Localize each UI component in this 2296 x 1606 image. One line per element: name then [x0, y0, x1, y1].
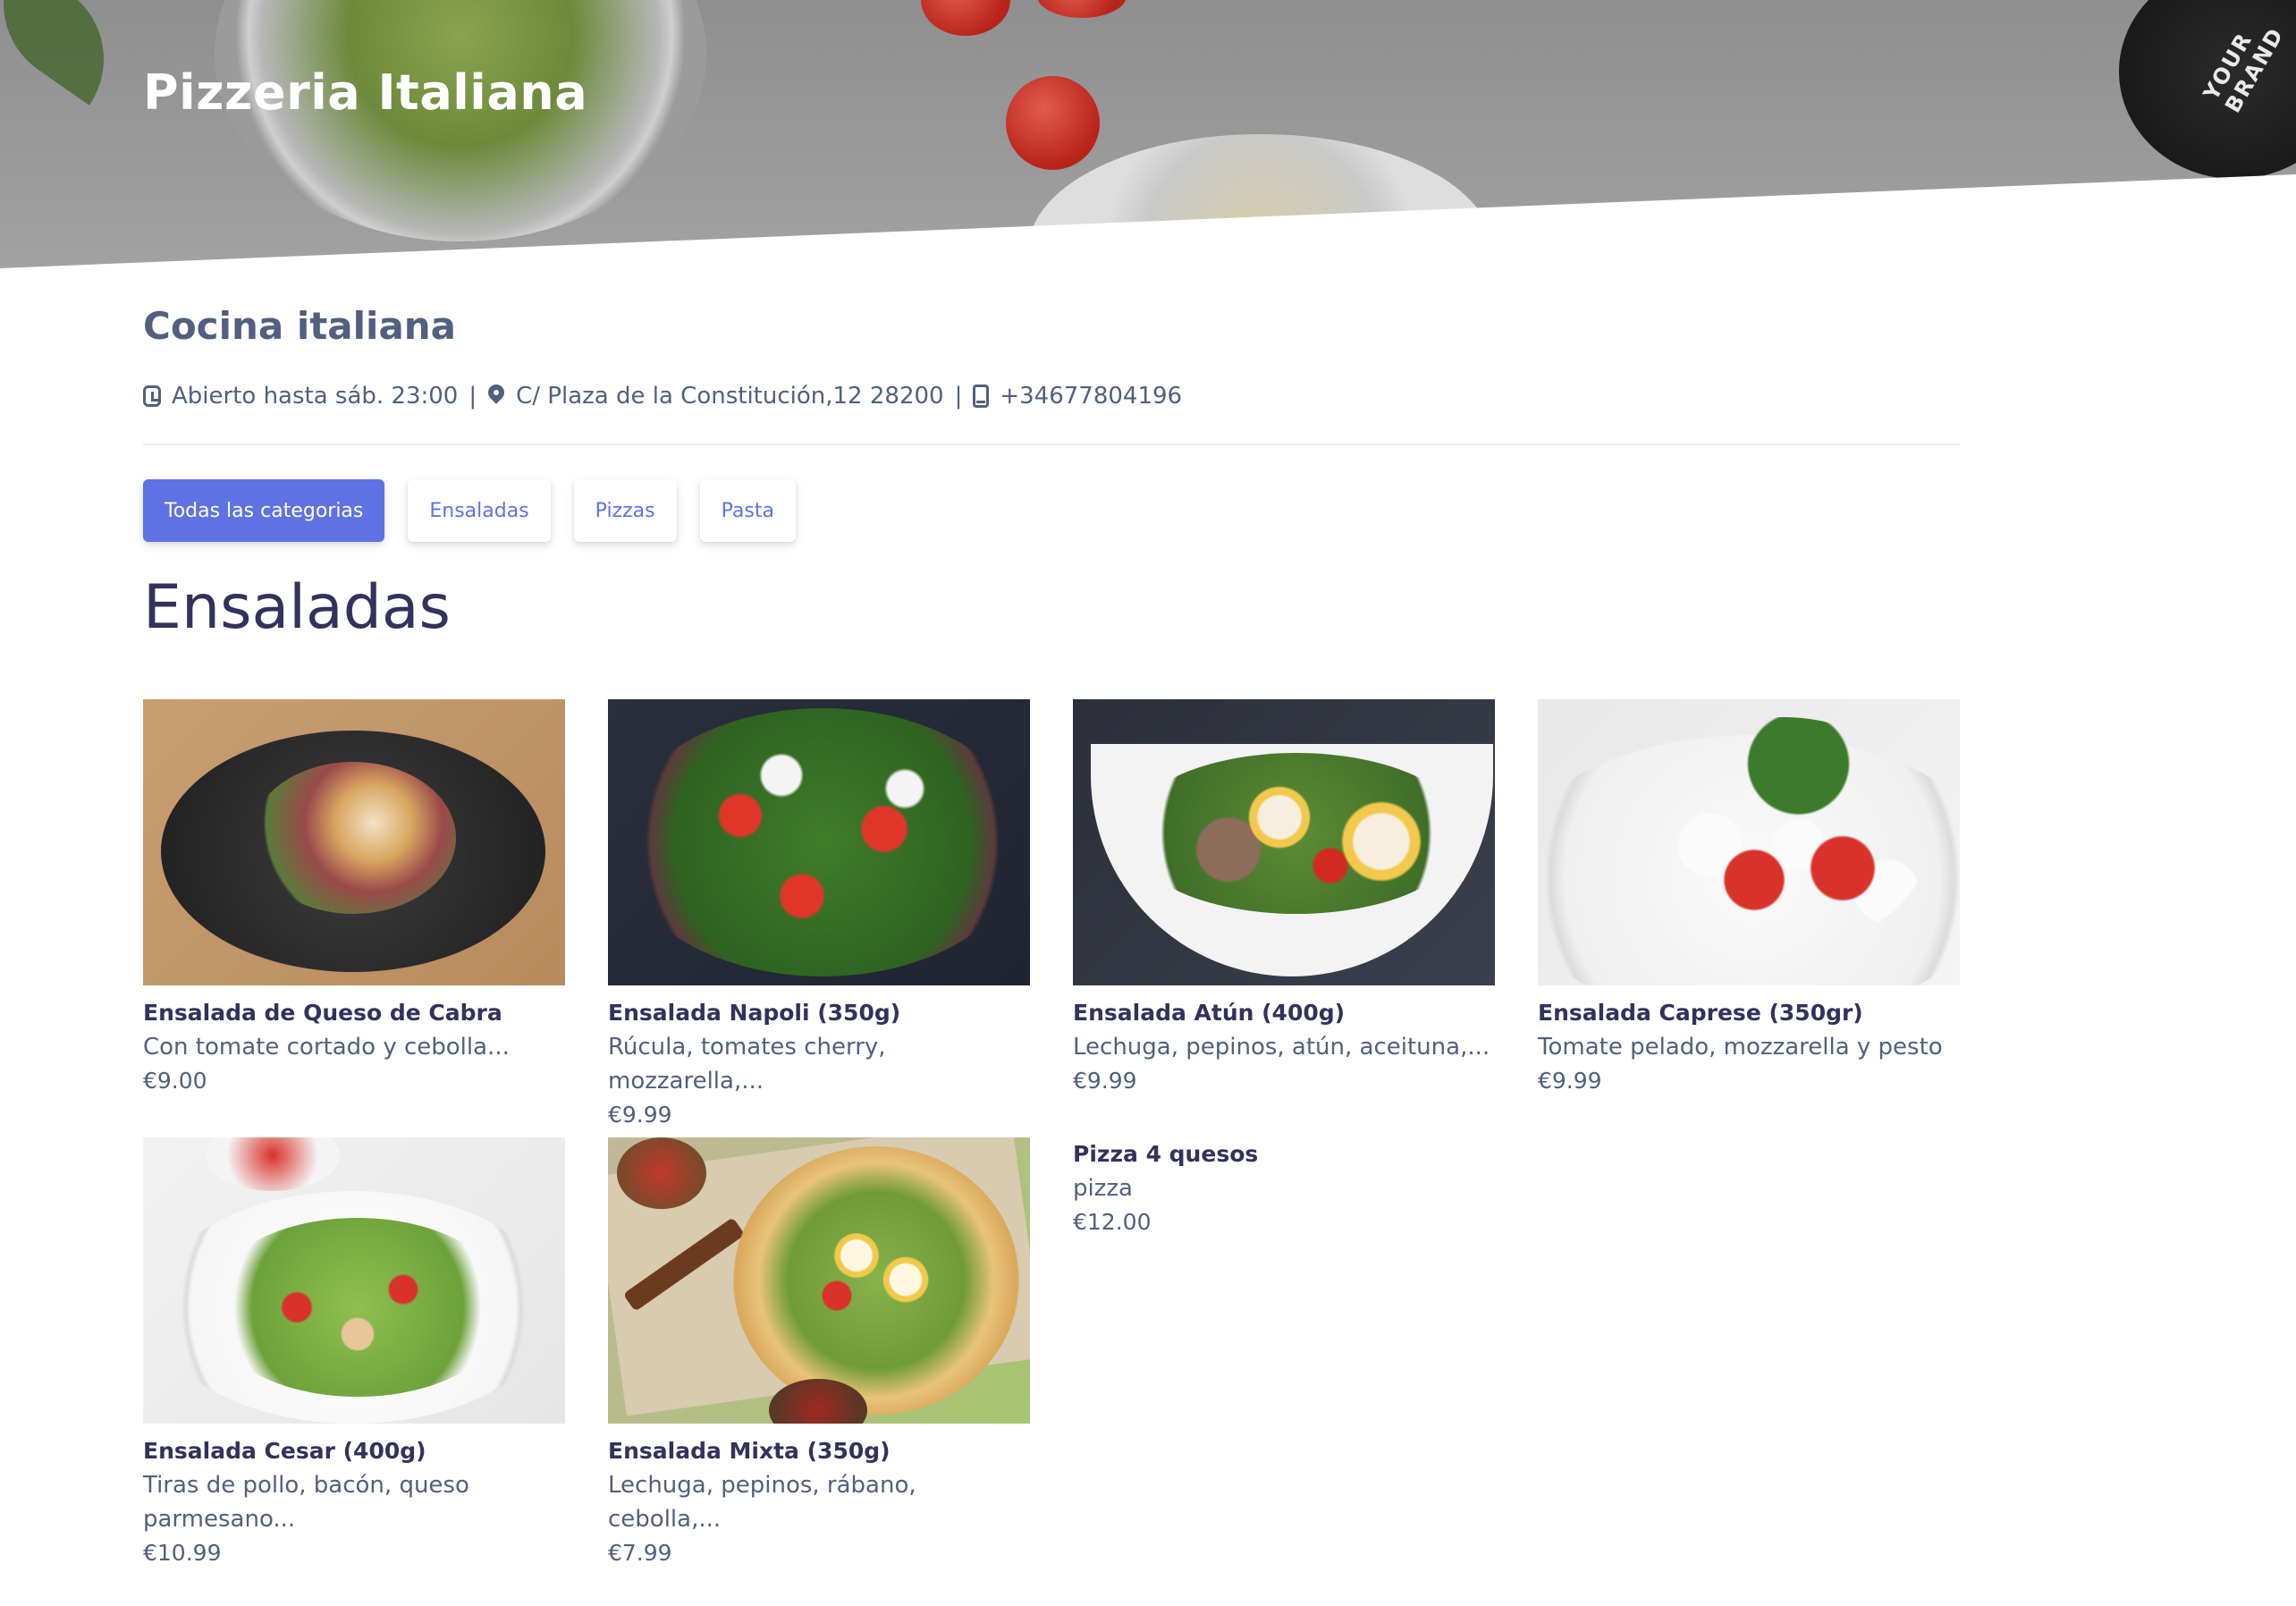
restaurant-title: Pizzeria Italiana — [143, 64, 588, 121]
basil-leaf-image — [0, 0, 136, 106]
phone-icon — [973, 385, 990, 408]
item-description: Con tomate cortado y cebolla... — [143, 1034, 510, 1061]
menu-item[interactable]: Ensalada Mixta (350g) Lechuga, pepinos, … — [608, 1137, 1030, 1570]
menu-item[interactable]: Ensalada Atún (400g) Lechuga, pepinos, a… — [1073, 699, 1495, 1098]
item-price: €9.99 — [1073, 1068, 1137, 1094]
item-image[interactable] — [608, 699, 1030, 985]
tomato-image — [921, 0, 1010, 36]
item-price: €9.99 — [1538, 1068, 1602, 1094]
divider — [143, 444, 1960, 445]
salad-plate-image — [215, 0, 706, 241]
item-name: Ensalada Mixta (350g) — [608, 1438, 891, 1464]
item-price: €9.99 — [608, 1102, 672, 1128]
item-name: Ensalada Atún (400g) — [1073, 1000, 1346, 1026]
item-description: Tiras de pollo, bacón, queso parmesano..… — [143, 1472, 469, 1533]
menu-item[interactable]: Ensalada Cesar (400g) Tiras de pollo, ba… — [143, 1137, 565, 1570]
hero-banner: YOUR BRAND — [0, 0, 2296, 268]
clock-icon — [143, 385, 161, 407]
separator: | — [954, 383, 963, 410]
item-description: Tomate pelado, mozzarella y pesto — [1538, 1034, 1943, 1061]
tab-all-categories[interactable]: Todas las categorias — [143, 479, 385, 542]
item-description: pizza — [1073, 1175, 1133, 1202]
tab-ensaladas[interactable]: Ensaladas — [408, 479, 551, 542]
cuisine-heading: Cocina italiana — [143, 304, 457, 348]
item-image[interactable] — [1538, 699, 1960, 985]
item-name: Ensalada Cesar (400g) — [143, 1438, 426, 1464]
item-name: Ensalada Caprese (350gr) — [1538, 1000, 1863, 1026]
item-price: €12.00 — [1073, 1209, 1152, 1235]
item-image[interactable] — [143, 1137, 565, 1424]
item-name: Ensalada Napoli (350g) — [608, 1000, 901, 1026]
category-tabs: Todas las categorias Ensaladas Pizzas Pa… — [143, 479, 796, 542]
item-name: Ensalada de Queso de Cabra — [143, 1000, 502, 1026]
phone-number[interactable]: +34677804196 — [1000, 383, 1182, 410]
restaurant-info: Abierto hasta sáb. 23:00 | C/ Plaza de l… — [143, 383, 1182, 410]
item-price: €10.99 — [143, 1540, 222, 1566]
item-price: €9.00 — [143, 1068, 207, 1094]
tab-pasta[interactable]: Pasta — [699, 479, 796, 542]
separator: | — [468, 383, 477, 410]
location-pin-icon — [487, 385, 505, 408]
menu-item[interactable]: Pizza 4 quesos pizza €12.00 — [1073, 1137, 1495, 1239]
item-image[interactable] — [608, 1137, 1030, 1424]
pasta-plate-image — [1028, 134, 1493, 268]
item-description: Rúcula, tomates cherry, mozzarella,... — [608, 1034, 886, 1095]
item-description: Lechuga, pepinos, rábano, cebolla,... — [608, 1472, 916, 1533]
section-title: Ensaladas — [143, 572, 451, 643]
item-image[interactable] — [1073, 699, 1495, 985]
tomato-image — [1006, 76, 1100, 170]
menu-item[interactable]: Ensalada Napoli (350g) Rúcula, tomates c… — [608, 699, 1030, 1132]
menu-item[interactable]: Ensalada Caprese (350gr) Tomate pelado, … — [1538, 699, 1960, 1098]
item-price: €7.99 — [608, 1540, 672, 1566]
tab-pizzas[interactable]: Pizzas — [573, 479, 677, 542]
opening-hours: Abierto hasta sáb. 23:00 — [172, 383, 459, 410]
item-name: Pizza 4 quesos — [1073, 1141, 1259, 1167]
address: C/ Plaza de la Constitución,12 28200 — [516, 383, 944, 410]
tomato-image — [1037, 0, 1127, 18]
menu-item[interactable]: Ensalada de Queso de Cabra Con tomate co… — [143, 699, 565, 1098]
item-image[interactable] — [143, 699, 565, 985]
item-description: Lechuga, pepinos, atún, aceituna,... — [1073, 1034, 1490, 1061]
